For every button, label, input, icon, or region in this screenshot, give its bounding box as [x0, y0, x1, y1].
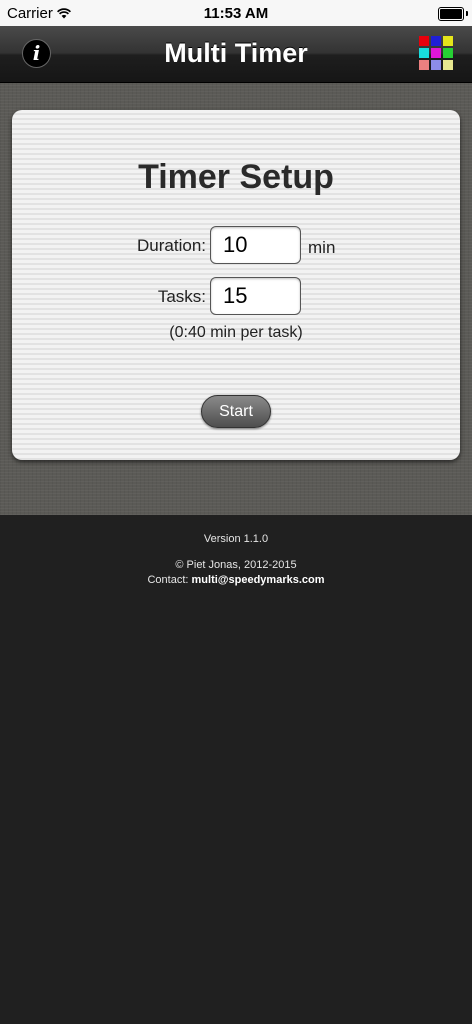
- color-grid-cell: [431, 48, 441, 58]
- battery-icon: [438, 7, 468, 21]
- duration-input[interactable]: [210, 226, 301, 264]
- duration-unit: min: [308, 238, 336, 257]
- color-grid-icon[interactable]: [419, 36, 453, 70]
- app-title: Multi Timer: [164, 38, 308, 68]
- color-grid-cell: [419, 60, 429, 70]
- nav-bar: i Multi Timer: [0, 26, 472, 83]
- contact-email-link[interactable]: multi@speedymarks.com: [192, 574, 325, 586]
- card-title: Timer Setup: [138, 158, 334, 196]
- copyright-text: © Piet Jonas, 2012-2015: [175, 559, 297, 571]
- status-bar: Carrier 11:53 AM: [0, 0, 472, 26]
- per-task-note: (0:40 min per task): [169, 324, 303, 341]
- color-grid-cell: [419, 48, 429, 58]
- version-text: Version 1.1.0: [203, 533, 269, 545]
- duration-label: Duration:: [137, 236, 206, 255]
- tasks-label: Tasks:: [157, 287, 206, 306]
- timer-setup-card: Timer Setup Duration: min Tasks: (0:40 m…: [12, 110, 460, 460]
- color-grid-cell: [443, 60, 453, 70]
- tasks-input[interactable]: [210, 277, 301, 315]
- contact-label: Contact:: [147, 574, 189, 586]
- status-time: 11:53 AM: [203, 5, 269, 22]
- color-grid-cell: [431, 36, 441, 46]
- color-grid-cell: [443, 36, 453, 46]
- color-grid-cell: [443, 48, 453, 58]
- color-grid-cell: [431, 60, 441, 70]
- color-grid-cell: [419, 36, 429, 46]
- start-button[interactable]: Start: [201, 395, 271, 428]
- contact-line: Contact: multi@speedymarks.com: [0, 574, 472, 586]
